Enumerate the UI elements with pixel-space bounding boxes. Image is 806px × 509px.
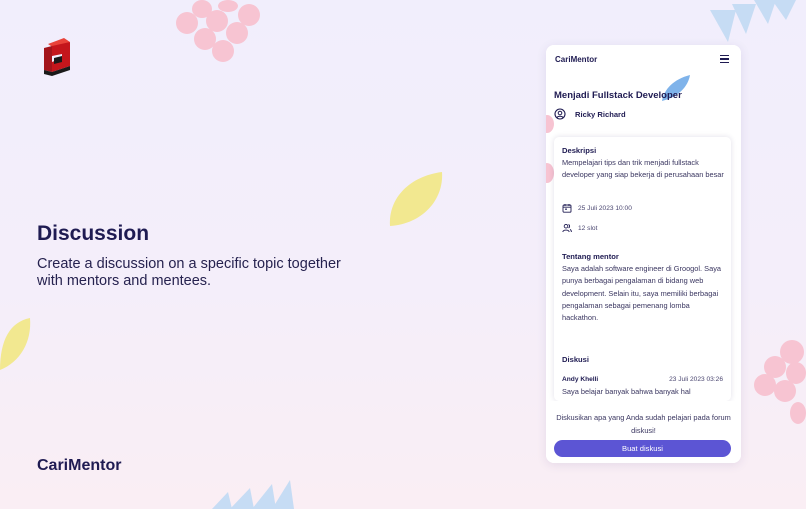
yellow-leaf-center bbox=[389, 172, 443, 226]
blue-triangles-bottom bbox=[212, 480, 294, 509]
schedule-date: 25 Juli 2023 10:00 bbox=[578, 204, 632, 212]
discussion-message: Saya belajar banyak bahwa banyak hal bbox=[562, 387, 691, 396]
brand-logo-icon bbox=[44, 38, 70, 76]
description-heading: Deskripsi bbox=[562, 146, 597, 155]
mentor-row[interactable]: Ricky Richard bbox=[554, 108, 626, 120]
slots-row: 12 slot bbox=[562, 223, 597, 233]
discussion-user[interactable]: Andy Khelli bbox=[562, 376, 598, 383]
about-mentor-heading: Tentang mentor bbox=[562, 252, 619, 261]
cta-footer: Diskusikan apa yang Anda sudah pelajari … bbox=[546, 401, 741, 463]
course-title: Menjadi Fullstack Developer bbox=[554, 90, 682, 101]
user-circle-icon bbox=[554, 108, 566, 120]
blue-triangles-top bbox=[710, 0, 796, 42]
page-subtitle: Create a discussion on a specific topic … bbox=[37, 256, 341, 289]
app-header: CariMentor bbox=[546, 45, 741, 75]
menu-icon[interactable] bbox=[720, 55, 729, 63]
schedule-row: 25 Juli 2023 10:00 bbox=[562, 203, 632, 213]
course-detail-card: Deskripsi Mempelajari tips dan trik menj… bbox=[554, 137, 731, 401]
slots-count: 12 slot bbox=[578, 224, 598, 232]
about-mentor-text: Saya adalah software engineer di Groogol… bbox=[562, 264, 721, 323]
app-name: CariMentor bbox=[555, 55, 598, 64]
page-title: Discussion bbox=[37, 222, 150, 245]
mentor-name: Ricky Richard bbox=[575, 109, 626, 119]
yellow-leaf-left bbox=[0, 318, 31, 370]
footer-brand: CariMentor bbox=[37, 457, 122, 474]
discussion-heading: Diskusi bbox=[562, 355, 590, 364]
cta-text: Diskusikan apa yang Anda sudah pelajari … bbox=[556, 413, 731, 435]
users-icon bbox=[562, 223, 572, 233]
calendar-icon bbox=[562, 204, 572, 213]
create-discussion-button[interactable]: Buat diskusi bbox=[554, 440, 731, 457]
description-text: Mempelajari tips dan trik menjadi fullst… bbox=[562, 158, 724, 180]
phone-screen: CariMentor Menjadi Fullstack Developer R… bbox=[546, 45, 741, 463]
discussion-date: 23 Juli 2023 03:26 bbox=[669, 376, 723, 383]
